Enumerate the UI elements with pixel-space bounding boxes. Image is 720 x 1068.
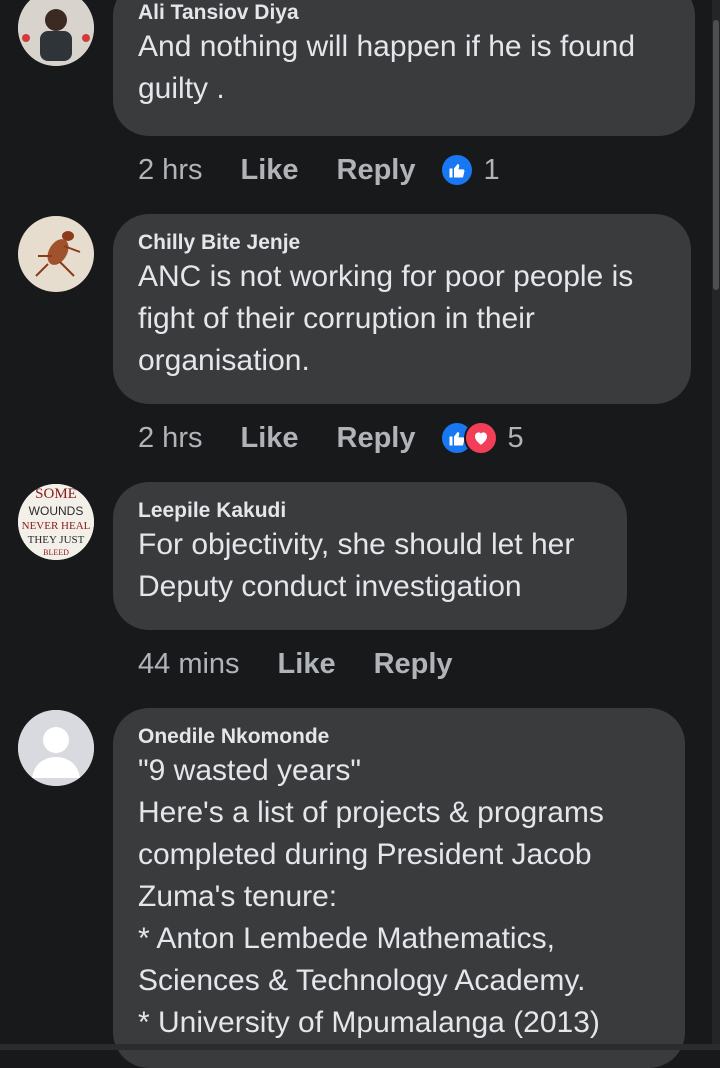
love-reaction-icon [463,421,498,455]
comment-time[interactable]: 2 hrs [138,154,202,187]
quote-image-icon: SOME WOUNDS NEVER HEAL THEY JUST BLEED [18,484,94,560]
comment-author[interactable]: Leepile Kakudi [138,498,602,524]
reaction-count: 5 [507,421,524,454]
comment-text: For objectivity, she should let her Depu… [138,528,575,603]
comment-author[interactable]: Ali Tansiov Diya [138,0,670,26]
comment-bubble: Chilly Bite Jenje ANC is not working for… [113,214,691,404]
reactions-summary[interactable]: 5 [439,421,524,455]
avatar-text: WOUNDS [29,504,84,518]
insect-photo-icon [18,216,94,292]
like-button[interactable]: Like [240,154,298,187]
like-reaction-icon [439,153,474,187]
comment-4: Onedile Nkomonde "9 wasted years" Here's… [0,708,720,1068]
avatar-text: BLEED [43,548,69,557]
bottom-divider [0,1044,720,1050]
avatar-text: SOME [35,486,77,502]
comment-actions: 2 hrs Like Reply 1 [138,150,500,190]
comment-1: Ali Tansiov Diya And nothing will happen… [0,0,720,200]
reply-button[interactable]: Reply [337,154,416,187]
comment-actions: 44 mins Like Reply [138,644,491,684]
avatar[interactable] [18,216,94,292]
comment-bubble: Onedile Nkomonde "9 wasted years" Here's… [113,708,685,1068]
comment-text: And nothing will happen if he is found g… [138,30,636,105]
comment-text: "9 wasted years" Here's a list of projec… [138,754,604,1039]
comment-actions: 2 hrs Like Reply 5 [138,418,524,458]
reply-button[interactable]: Reply [337,422,416,455]
comment-time[interactable]: 2 hrs [138,422,202,455]
avatar[interactable]: SOME WOUNDS NEVER HEAL THEY JUST BLEED [18,484,94,560]
default-avatar-icon [18,710,94,786]
comment-text: ANC is not working for poor people is fi… [138,260,634,377]
comment-time[interactable]: 44 mins [138,648,240,681]
reactions-summary[interactable]: 1 [439,153,500,187]
avatar-text: NEVER HEAL [22,520,91,532]
avatar-text: THEY JUST [28,534,85,546]
comment-author[interactable]: Chilly Bite Jenje [138,230,666,256]
scrollbar-thumb[interactable] [713,20,719,290]
comment-bubble: Ali Tansiov Diya And nothing will happen… [113,0,695,136]
comment-bubble: Leepile Kakudi For objectivity, she shou… [113,482,627,630]
avatar[interactable] [18,0,94,66]
person-photo-icon [18,0,94,66]
reaction-count: 1 [483,153,500,186]
avatar[interactable] [18,710,94,786]
comment-author[interactable]: Onedile Nkomonde [138,724,660,750]
like-button[interactable]: Like [240,422,298,455]
comment-2: Chilly Bite Jenje ANC is not working for… [0,214,720,464]
reply-button[interactable]: Reply [374,648,453,681]
like-button[interactable]: Like [278,648,336,681]
comment-3: SOME WOUNDS NEVER HEAL THEY JUST BLEED L… [0,482,720,692]
